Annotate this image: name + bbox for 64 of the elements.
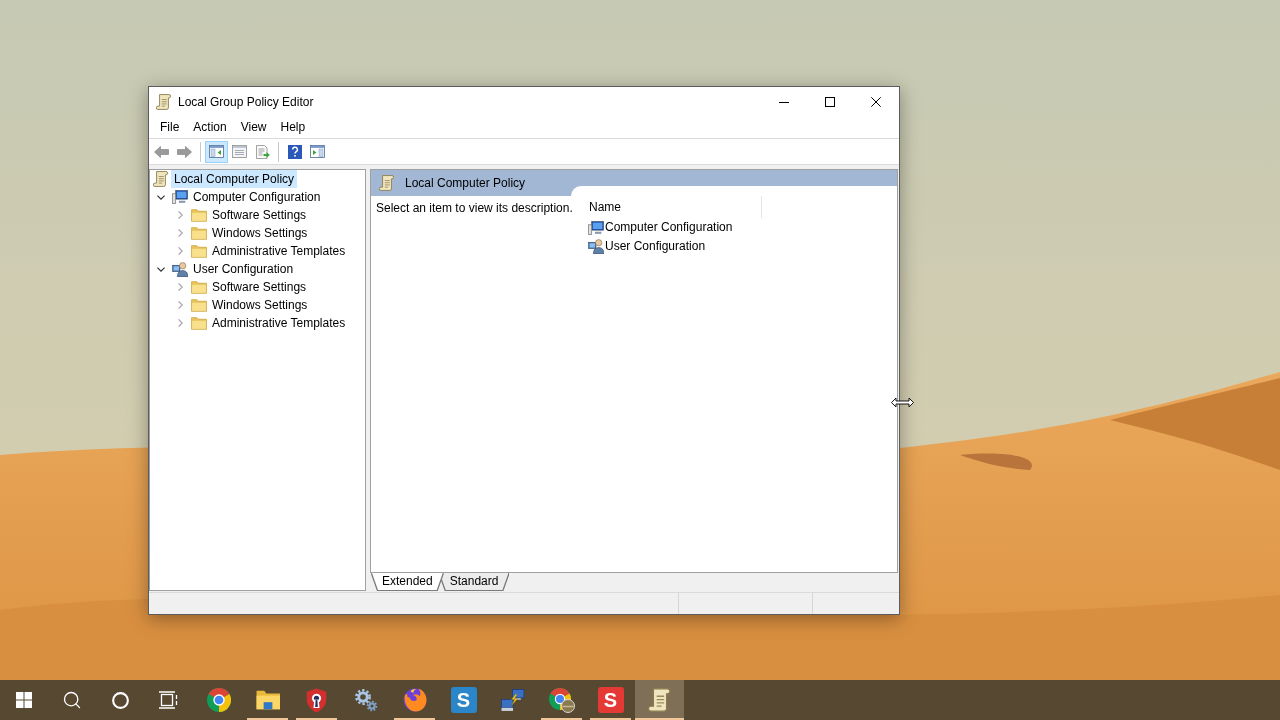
list-window-icon	[232, 145, 247, 158]
task-view-icon	[158, 691, 178, 709]
view-tab[interactable]: Extended	[372, 573, 443, 590]
menu-item[interactable]: File	[153, 117, 187, 138]
gears-icon	[353, 688, 378, 712]
flame-globe-icon	[402, 688, 427, 712]
export-list-icon	[255, 144, 270, 159]
tree-item[interactable]: Software Settings	[209, 278, 310, 296]
browser-profile-icon	[548, 687, 575, 713]
shield-keyhole-icon	[306, 687, 327, 713]
ring-icon	[111, 691, 129, 709]
help-icon	[287, 144, 302, 159]
computer-icon	[172, 190, 188, 204]
windows-logo-icon	[16, 692, 32, 708]
app-logo: S	[597, 687, 624, 713]
folder-icon	[191, 244, 207, 258]
tree-item[interactable]: Windows Settings	[209, 224, 311, 242]
tree-item[interactable]: User Configuration	[190, 260, 297, 278]
taskbar-button[interactable]	[635, 680, 684, 720]
menu-item[interactable]: Action	[186, 117, 234, 138]
back-arrow-icon	[154, 145, 169, 158]
minimize-icon	[779, 101, 789, 103]
tree-item[interactable]: Local Computer Policy	[171, 170, 298, 188]
window-right-panel-icon	[310, 145, 325, 158]
network-computers-icon	[500, 688, 525, 712]
list-item[interactable]: Computer Configuration	[605, 220, 733, 235]
scroll-icon	[379, 175, 395, 191]
folder-icon	[191, 208, 207, 222]
taskbar-button[interactable]: S	[586, 680, 635, 720]
computer-icon	[588, 220, 604, 235]
menu-item[interactable]: Help	[273, 117, 313, 138]
taskbar-button[interactable]: S	[439, 680, 488, 720]
folder-icon	[191, 298, 207, 312]
folder-icon	[255, 690, 280, 710]
toolbar-button[interactable]	[205, 140, 228, 163]
pane-title: Local Computer Policy	[405, 175, 526, 191]
folder-icon	[191, 226, 207, 240]
scroll-icon	[647, 688, 672, 712]
tree-item[interactable]: Administrative Templates	[209, 242, 349, 260]
chevron-down-icon[interactable]	[157, 266, 165, 272]
maximize-icon	[825, 97, 835, 107]
tree-item[interactable]: Software Settings	[209, 206, 310, 224]
app-logo: S	[450, 687, 477, 713]
search-icon	[62, 690, 82, 710]
scroll-icon	[156, 94, 172, 110]
forward-arrow-icon	[177, 145, 192, 158]
tree-item[interactable]: Computer Configuration	[190, 188, 324, 206]
list-item[interactable]: User Configuration	[605, 239, 706, 254]
description-text: Select an item to view its description.	[376, 201, 573, 215]
chevron-down-icon[interactable]	[157, 194, 165, 200]
window-left-panel-icon	[209, 145, 224, 158]
view-tab[interactable]: Standard	[439, 573, 509, 590]
scroll-icon	[153, 171, 169, 187]
window-title: Local Group Policy Editor	[178, 94, 314, 110]
close-icon	[871, 97, 881, 107]
column-header[interactable]: Name	[581, 196, 762, 218]
tree-item[interactable]: Windows Settings	[209, 296, 311, 314]
tree-item[interactable]: Administrative Templates	[209, 314, 349, 332]
browser-icon	[206, 688, 231, 712]
user-icon	[172, 261, 188, 277]
folder-icon	[191, 280, 207, 294]
menu-item[interactable]: View	[233, 117, 274, 138]
user-icon	[588, 239, 604, 254]
folder-icon	[191, 316, 207, 330]
